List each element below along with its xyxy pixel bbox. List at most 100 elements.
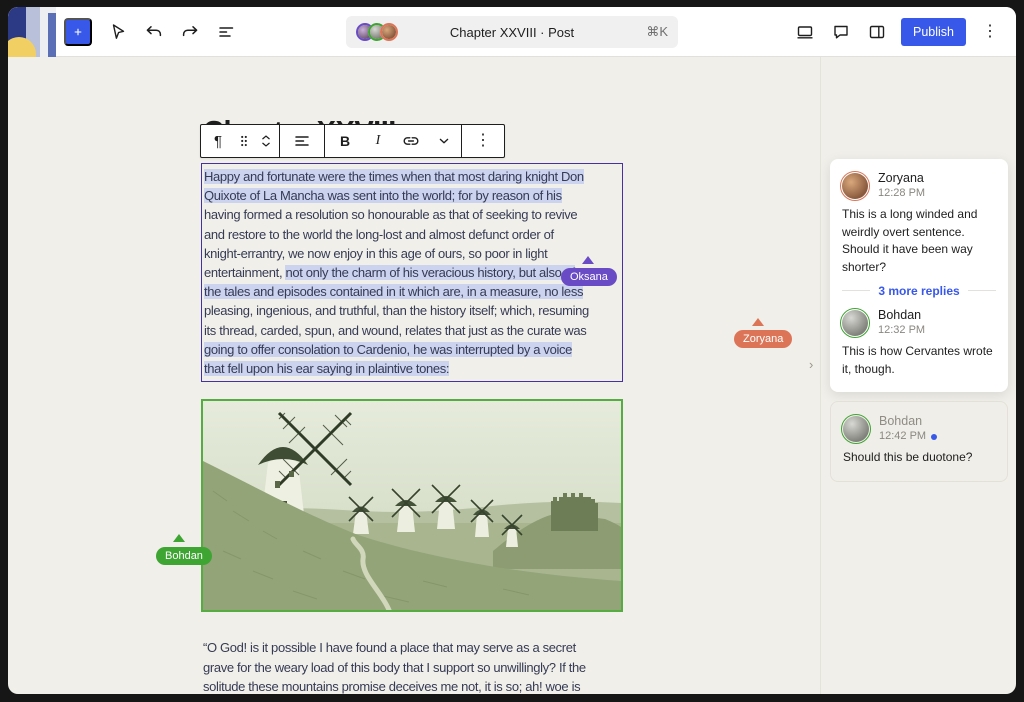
paragraph-line[interactable]: solitude these mountains promise deceive… <box>203 677 586 694</box>
bohdan-cursor-caret <box>173 534 185 542</box>
block-toolbar: ¶ <box>200 124 505 158</box>
italic-button[interactable]: I <box>363 126 393 156</box>
site-logo[interactable] <box>8 7 56 57</box>
undo-icon <box>144 22 164 42</box>
document-bar[interactable]: Chapter XXVIII · Post ⌘K <box>346 16 678 48</box>
paragraph-line[interactable]: grave for the weary load of this body th… <box>203 658 586 678</box>
text: knight-errantry, we now enjoy in this ag… <box>204 246 547 261</box>
paragraph-line[interactable]: going to offer consolation to Cardenio, … <box>204 340 620 359</box>
preview-button[interactable] <box>789 16 821 48</box>
divider <box>968 290 996 291</box>
paragraph-line[interactable]: having formed a resolution so honourable… <box>204 205 620 224</box>
avatar-ring <box>841 414 871 444</box>
align-button[interactable] <box>282 126 322 156</box>
comments-button[interactable] <box>825 16 857 48</box>
document-overview-button[interactable] <box>210 16 242 48</box>
selected-text: not only the charm of his veracious hist… <box>285 265 574 280</box>
settings-sidebar-button[interactable] <box>861 16 893 48</box>
editor-window: Chapter XXVIII · Post ⌘K P <box>8 7 1016 694</box>
avatar-zoryana <box>842 173 868 199</box>
text: entertainment, <box>204 265 285 280</box>
selected-text: Happy and fortunate were the times when … <box>204 169 584 184</box>
comment-time: 12:32 PM <box>878 324 925 338</box>
select-tool-button[interactable] <box>102 16 134 48</box>
avatar-ring <box>380 23 398 41</box>
kebab-icon: ⋮ <box>982 24 998 40</box>
top-bar: Chapter XXVIII · Post ⌘K P <box>8 7 1016 57</box>
drag-dots-icon <box>235 132 253 150</box>
collaborator-avatars <box>356 23 392 41</box>
zoryana-comment-caret <box>752 318 764 326</box>
kebab-icon: ⋮ <box>475 133 491 149</box>
plus-icon <box>72 23 84 41</box>
sidebar-collapse-handle[interactable]: › <box>809 357 813 372</box>
paragraph-line[interactable]: its thread, carded, spun, and wound, rel… <box>204 321 620 340</box>
paragraph-line[interactable]: Happy and fortunate were the times when … <box>204 167 620 186</box>
comment-author: Zoryana <box>878 171 925 187</box>
block-options-group: ⋮ <box>462 125 504 157</box>
italic-icon: I <box>376 133 381 149</box>
block-options-button[interactable]: ⋮ <box>464 126 502 156</box>
publish-button[interactable]: Publish <box>901 18 966 46</box>
bohdan-cursor-label: Bohdan <box>156 547 212 565</box>
zoryana-comment-label: Zoryana <box>734 330 792 348</box>
paragraph-block-button[interactable]: ¶ <box>203 126 233 156</box>
block-mover[interactable] <box>255 126 277 156</box>
bold-button[interactable]: B <box>327 126 363 156</box>
unread-dot <box>931 434 937 440</box>
block-controls-group: ¶ <box>201 125 280 157</box>
options-menu-button[interactable]: ⋮ <box>974 16 1006 48</box>
comment-header: Zoryana 12:28 PM <box>842 171 996 200</box>
paragraph-icon: ¶ <box>214 133 222 150</box>
logo-shape <box>48 13 56 57</box>
redo-icon <box>180 22 200 42</box>
alignment-group <box>280 125 325 157</box>
paragraph-line[interactable]: pleasing, ingenious, and truthful, than … <box>204 301 620 320</box>
comment-thread-2[interactable]: Bohdan 12:42 PM Should this be duotone? <box>830 401 1008 482</box>
avatar-zoryana <box>380 23 398 41</box>
paragraph-line[interactable]: “O God! is it possible I have found a pl… <box>203 638 586 658</box>
paragraph-block-2[interactable]: “O God! is it possible I have found a pl… <box>203 638 586 694</box>
bold-icon: B <box>340 133 350 149</box>
comment-thread-1[interactable]: Zoryana 12:28 PM This is a long winded a… <box>830 159 1008 392</box>
paragraph-line[interactable]: Quixote of La Mancha was sent into the w… <box>204 186 620 205</box>
comment-time: 12:42 PM <box>879 430 937 444</box>
image-block[interactable] <box>201 399 623 612</box>
undo-button[interactable] <box>138 16 170 48</box>
chevron-down-icon <box>435 132 453 150</box>
comment-text: This is a long winded and weirdly overt … <box>842 206 996 276</box>
block-inserter-button[interactable] <box>64 18 92 46</box>
formatting-group: B I <box>325 125 462 157</box>
windmills-duotone-image <box>203 401 621 610</box>
avatar-ring <box>840 308 870 338</box>
editor-tools <box>64 16 242 48</box>
comment-text: This is how Cervantes wrote it, though. <box>842 343 996 378</box>
paragraph-line[interactable]: and restore to the world the long-lost a… <box>204 225 620 244</box>
comment-bubble-icon <box>831 22 851 42</box>
comment-header: Bohdan 12:42 PM <box>843 414 995 443</box>
paragraph-line[interactable]: the tales and episodes contained in it w… <box>204 282 620 301</box>
more-formatting-button[interactable] <box>429 126 459 156</box>
link-button[interactable] <box>393 126 429 156</box>
comment-time-text: 12:42 PM <box>879 430 926 444</box>
more-replies-link[interactable]: 3 more replies <box>878 284 959 298</box>
text: and restore to the world the long-lost a… <box>204 227 554 242</box>
paragraph-line[interactable]: knight-errantry, we now enjoy in this ag… <box>204 244 620 263</box>
avatar-ring <box>840 171 870 201</box>
drag-handle[interactable] <box>233 126 255 156</box>
command-shortcut: ⌘K <box>646 24 668 40</box>
editor-canvas: Chapter XXVIII ¶ <box>8 57 1016 694</box>
paragraph-block[interactable]: Happy and fortunate were the times when … <box>201 163 623 382</box>
header-actions: Publish ⋮ <box>789 16 1016 48</box>
text: pleasing, ingenious, and truthful, than … <box>204 303 589 318</box>
text: its thread, carded, spun, and wound, rel… <box>204 323 586 338</box>
paragraph-line[interactable]: entertainment, not only the charm of his… <box>204 263 620 282</box>
selected-text: Quixote of La Mancha was sent into the w… <box>204 188 562 203</box>
paragraph-line[interactable]: that fell upon his ear saying in plainti… <box>204 359 620 378</box>
comment-text: Should this be duotone? <box>843 449 995 466</box>
comment-author: Bohdan <box>878 308 925 324</box>
move-up-down-icon <box>257 132 275 150</box>
comment-header: Bohdan 12:32 PM <box>842 308 996 337</box>
oksana-cursor-caret <box>582 256 594 264</box>
redo-button[interactable] <box>174 16 206 48</box>
